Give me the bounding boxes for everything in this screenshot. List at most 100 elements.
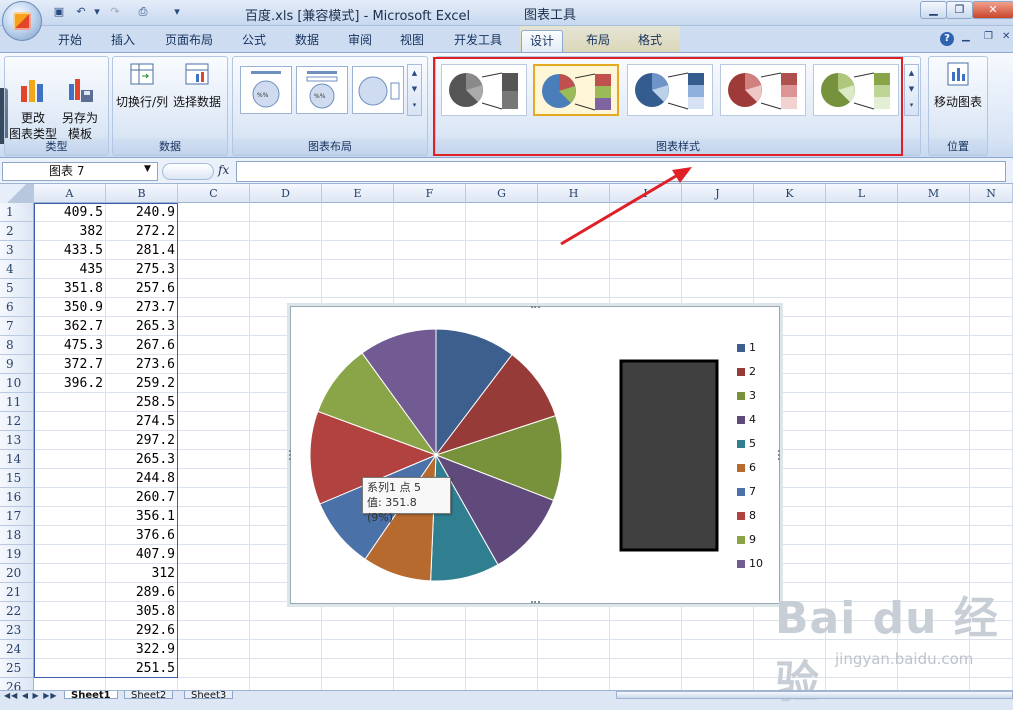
column-header-k[interactable]: K — [754, 184, 826, 203]
row-header-15[interactable]: 15 — [0, 469, 34, 488]
tab-review[interactable]: 审阅 — [340, 30, 380, 52]
move-chart-button[interactable]: 移动图表 — [930, 60, 986, 110]
layout-thumb-2[interactable]: %% — [296, 66, 348, 114]
save-as-template-button[interactable]: 另存为 模板 — [58, 60, 102, 158]
row-header-16[interactable]: 16 — [0, 488, 34, 507]
print-preview-icon[interactable]: ⎙ — [136, 5, 150, 19]
column-header-n[interactable]: N — [970, 184, 1013, 203]
tab-page-layout[interactable]: 页面布局 — [157, 30, 221, 52]
legend-item-9[interactable]: 9 — [737, 534, 756, 546]
tab-insert[interactable]: 插入 — [103, 30, 143, 52]
row-header-1[interactable]: 1 — [0, 203, 34, 222]
row-header-6[interactable]: 6 — [0, 298, 34, 317]
row-header-17[interactable]: 17 — [0, 507, 34, 526]
row-header-22[interactable]: 22 — [0, 602, 34, 621]
row-header-19[interactable]: 19 — [0, 545, 34, 564]
chart-area[interactable]: 1 2 3 4 5 6 7 8 9 10 — [290, 306, 780, 604]
column-header-h[interactable]: H — [538, 184, 610, 203]
ribbon-close-icon[interactable]: ✕ — [1002, 31, 1010, 42]
chevron-down-icon[interactable]: ▼ — [144, 164, 151, 174]
style-gallery-scroll[interactable]: ▲ ▼ ▾ — [904, 64, 919, 116]
save-icon[interactable]: ▣ — [52, 5, 66, 19]
formula-input[interactable] — [236, 161, 1006, 182]
row-header-12[interactable]: 12 — [0, 412, 34, 431]
restore-button[interactable]: ❐ — [946, 1, 973, 19]
row-header-25[interactable]: 25 — [0, 659, 34, 678]
select-all-corner[interactable] — [0, 184, 34, 203]
tab-format[interactable]: 格式 — [630, 30, 670, 52]
row-header-2[interactable]: 2 — [0, 222, 34, 241]
column-header-c[interactable]: C — [178, 184, 250, 203]
column-header-e[interactable]: E — [322, 184, 394, 203]
redo-icon[interactable]: ↷ — [108, 5, 122, 19]
legend-item-4[interactable]: 4 — [737, 414, 756, 426]
tab-formulas[interactable]: 公式 — [234, 30, 274, 52]
horizontal-scrollbar[interactable] — [616, 691, 1013, 699]
resize-handle[interactable] — [778, 450, 781, 460]
tab-home[interactable]: 开始 — [50, 30, 90, 52]
row-header-4[interactable]: 4 — [0, 260, 34, 279]
row-header-14[interactable]: 14 — [0, 450, 34, 469]
tab-data[interactable]: 数据 — [287, 30, 327, 52]
legend-item-2[interactable]: 2 — [737, 366, 756, 378]
minimize-button[interactable]: ▁ — [920, 1, 947, 19]
row-header-5[interactable]: 5 — [0, 279, 34, 298]
resize-handle[interactable] — [531, 306, 540, 309]
column-header-a[interactable]: A — [34, 184, 106, 203]
row-header-21[interactable]: 21 — [0, 583, 34, 602]
office-button[interactable] — [2, 1, 42, 41]
tab-layout[interactable]: 布局 — [578, 30, 618, 52]
legend-item-6[interactable]: 6 — [737, 462, 756, 474]
legend-item-1[interactable]: 1 — [737, 342, 756, 354]
switch-row-column-button[interactable]: 切换行/列 — [114, 60, 170, 110]
legend-item-7[interactable]: 7 — [737, 486, 756, 498]
close-button[interactable]: ✕ — [972, 1, 1013, 19]
legend-item-5[interactable]: 5 — [737, 438, 756, 450]
layout-gallery-scroll[interactable]: ▲ ▼ ▾ — [407, 64, 422, 116]
select-data-button[interactable]: 选择数据 — [170, 60, 224, 110]
layout-thumb-3[interactable] — [352, 66, 404, 114]
row-header-3[interactable]: 3 — [0, 241, 34, 260]
column-header-b[interactable]: B — [106, 184, 178, 203]
row-header-11[interactable]: 11 — [0, 393, 34, 412]
legend-item-3[interactable]: 3 — [737, 390, 756, 402]
layout-thumb-1[interactable]: %% — [240, 66, 292, 114]
undo-icon[interactable]: ↶ — [74, 5, 88, 19]
change-chart-type-button[interactable]: 更改 图表类型 — [8, 60, 58, 158]
row-header-24[interactable]: 24 — [0, 640, 34, 659]
row-header-7[interactable]: 7 — [0, 317, 34, 336]
chevron-down-icon[interactable]: ▾ — [90, 5, 104, 19]
ribbon-restore-icon[interactable]: ❐ — [984, 31, 993, 42]
tab-developer[interactable]: 开发工具 — [446, 30, 510, 52]
resize-handle[interactable] — [531, 601, 540, 604]
column-header-m[interactable]: M — [898, 184, 970, 203]
row-header-9[interactable]: 9 — [0, 355, 34, 374]
legend-item-10[interactable]: 10 — [737, 558, 763, 570]
column-header-j[interactable]: J — [682, 184, 754, 203]
pie-chart[interactable] — [291, 307, 781, 605]
black-box-shape[interactable] — [619, 359, 719, 552]
resize-handle[interactable] — [289, 450, 292, 460]
ribbon-minimize-icon[interactable]: ▁ — [962, 31, 970, 42]
customize-qat-icon[interactable]: ▾ — [170, 5, 184, 19]
sheet-tab-2[interactable]: Sheet2 — [124, 691, 174, 701]
column-header-l[interactable]: L — [826, 184, 898, 203]
tab-design[interactable]: 设计 — [521, 30, 564, 52]
name-box[interactable]: 图表 7 — [2, 162, 158, 181]
row-header-23[interactable]: 23 — [0, 621, 34, 640]
column-header-g[interactable]: G — [466, 184, 538, 203]
formula-bar-expander[interactable] — [162, 163, 214, 180]
sheet-tab-3[interactable]: Sheet3 — [184, 691, 234, 701]
row-header-20[interactable]: 20 — [0, 564, 34, 583]
help-icon[interactable]: ? — [940, 32, 954, 46]
column-header-i[interactable]: I — [610, 184, 682, 203]
row-header-8[interactable]: 8 — [0, 336, 34, 355]
row-header-13[interactable]: 13 — [0, 431, 34, 450]
function-icon[interactable]: fx — [218, 163, 229, 177]
row-header-18[interactable]: 18 — [0, 526, 34, 545]
column-header-f[interactable]: F — [394, 184, 466, 203]
tab-view[interactable]: 视图 — [392, 30, 432, 52]
column-header-d[interactable]: D — [250, 184, 322, 203]
sheet-tab-1[interactable]: Sheet1 — [64, 691, 118, 701]
row-header-10[interactable]: 10 — [0, 374, 34, 393]
